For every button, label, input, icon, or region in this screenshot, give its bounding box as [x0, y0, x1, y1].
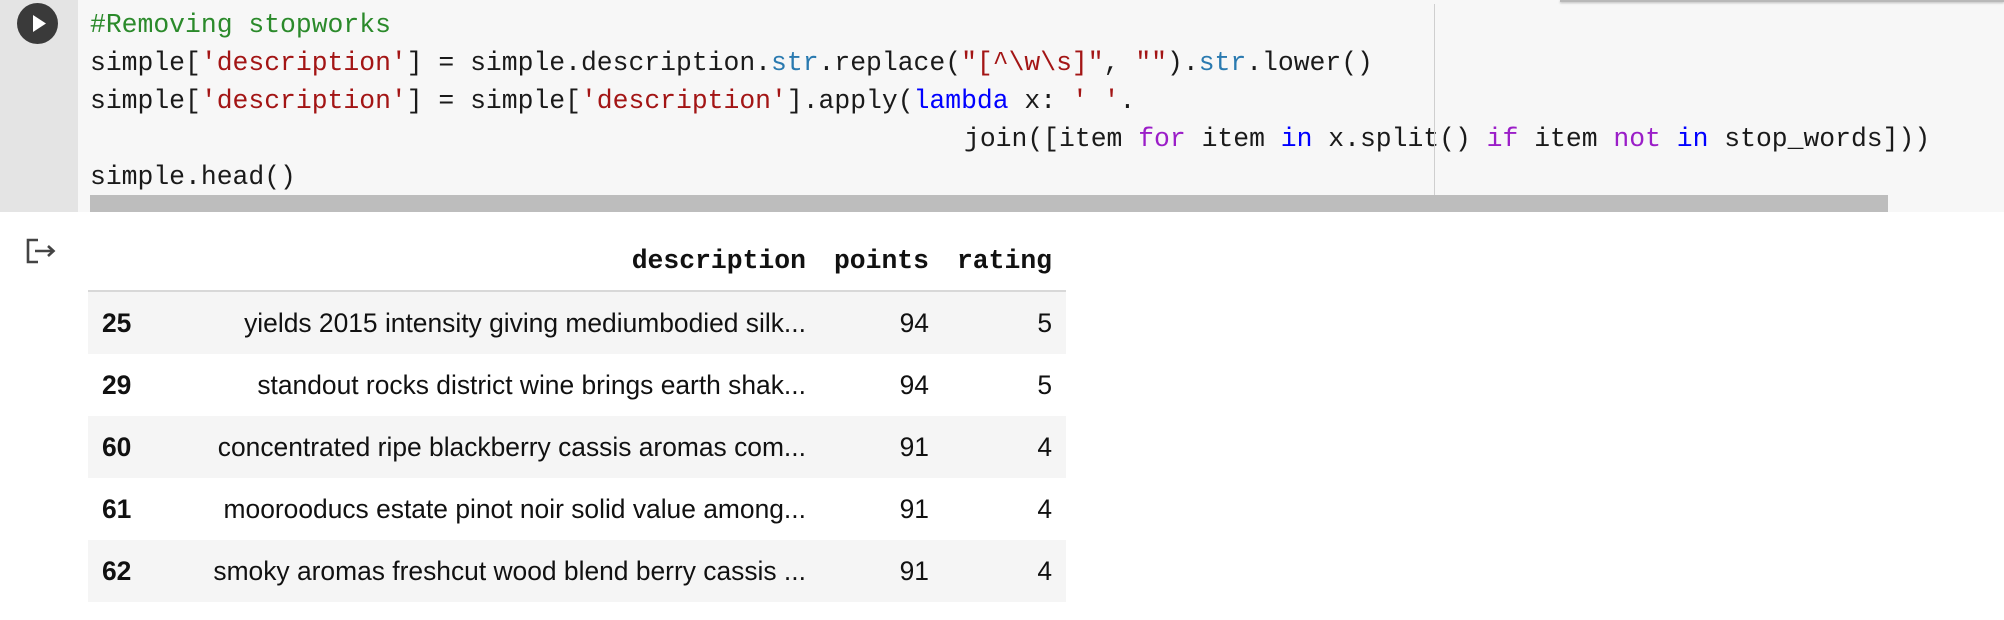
row-index: 60: [88, 416, 168, 478]
cell-points: 94: [899, 369, 929, 400]
text-cursor-guide: [1434, 4, 1435, 212]
table-row: 29 standout rocks district wine brings ea…: [88, 354, 1066, 416]
cell-rating: 4: [942, 540, 1066, 602]
row-index: 25: [88, 291, 168, 354]
row-index: 62: [88, 540, 168, 602]
horizontal-scrollbar[interactable]: [90, 195, 1888, 212]
cell-rating: 5: [1037, 369, 1052, 400]
cell-points: 91: [899, 493, 929, 524]
play-icon: [33, 15, 46, 32]
toolbar-shadow: [1560, 0, 2004, 2]
cell-gutter: [0, 0, 78, 212]
cell-rating: 4: [942, 416, 1066, 478]
row-index: 61: [102, 493, 132, 524]
table-row: 62 smoky aromas freshcut wood blend berry…: [88, 540, 1066, 602]
code-cell[interactable]: #Removing stopworks simple['description']…: [0, 0, 2004, 212]
cell-description: concentrated ripe blackberry cassis arom…: [167, 416, 820, 478]
cell-points: 91: [819, 540, 943, 602]
column-header-points: points: [819, 232, 943, 292]
cell-rating: 5: [942, 291, 1066, 354]
code-line: #Removing stopworks: [90, 10, 391, 40]
cell-points: 91: [819, 416, 943, 478]
run-cell-button[interactable]: [17, 3, 58, 44]
table-row: 61 moorooducs estate pinot noir solid val…: [88, 478, 1066, 540]
cell-description: standout rocks district wine brings eart…: [257, 369, 806, 400]
code-editor[interactable]: #Removing stopworks simple['description']…: [90, 6, 1930, 196]
table-row: 25 yields 2015 intensity giving mediumbod…: [88, 291, 1066, 354]
output-redirect-icon[interactable]: [24, 236, 58, 266]
cell-points: 94: [819, 291, 943, 354]
cell-description: smoky aromas freshcut wood blend berry c…: [167, 540, 820, 602]
code-line: simple['description'] = simple.descripti…: [90, 48, 1373, 78]
column-header-description: description: [167, 232, 820, 292]
index-header: [88, 232, 168, 292]
column-header-rating: rating: [942, 232, 1066, 292]
cell-description: yields 2015 intensity giving mediumbodie…: [167, 291, 820, 354]
cell-description: moorooducs estate pinot noir solid value…: [223, 493, 806, 524]
code-line: simple.head(): [90, 162, 296, 192]
table-row: 60 concentrated ripe blackberry cassis ar…: [88, 416, 1066, 478]
dataframe-output-table: description points rating 25 yields 2015 …: [88, 232, 1066, 602]
row-index: 29: [102, 369, 132, 400]
cell-rating: 4: [1037, 493, 1052, 524]
code-line: join([item for item in x.split() if item…: [964, 124, 1931, 154]
table-header-row: description points rating: [88, 232, 1066, 292]
code-line: simple['description'] = simple['descript…: [90, 86, 1136, 116]
